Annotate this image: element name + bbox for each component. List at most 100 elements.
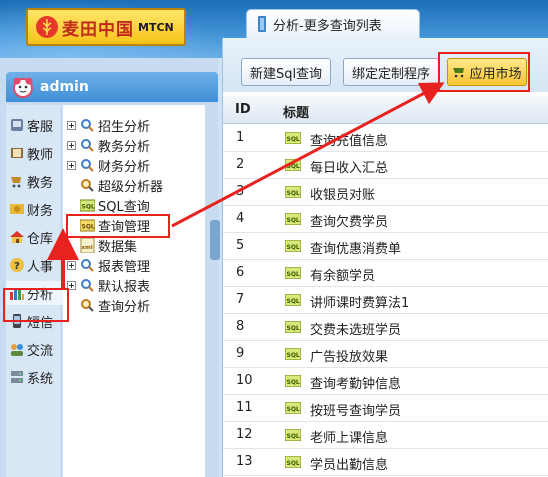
sidebar-collapse-handle[interactable] (210, 220, 220, 260)
tree-label: SQL查询 (98, 199, 150, 215)
svg-text:SQL: SQL (287, 352, 300, 359)
expand-icon[interactable] (67, 160, 76, 170)
row-id: 6 (236, 265, 245, 280)
table-row[interactable]: 3 SQL 收银员对账 (223, 179, 548, 206)
expand-icon[interactable] (67, 140, 76, 150)
sql-icon: SQL (285, 402, 301, 414)
headset-icon (11, 119, 23, 131)
sql-icon: SQL (285, 132, 301, 144)
tree-node-query-analysis[interactable]: 查询分析 (76, 295, 150, 315)
svg-text:SQL: SQL (287, 244, 300, 251)
nav-item-customer-service[interactable]: 客服 (6, 113, 68, 137)
tab-analysis-query-list[interactable]: 分析-更多查询列表 (246, 9, 420, 38)
tree-node-super-analyzer[interactable]: 超级分析器 (76, 175, 163, 195)
tree-label: 查询分析 (98, 299, 151, 315)
nav-label: 客服 (27, 119, 54, 135)
nav-label: 系统 (27, 371, 54, 387)
magnifier-icon (81, 298, 94, 312)
tree-node-academic-analysis[interactable]: 教务分析 (63, 135, 150, 155)
table-row[interactable]: 13 SQL 学员出勤信息 (223, 449, 548, 476)
logo-subtext: MTCN (138, 20, 174, 34)
expand-icon[interactable] (67, 120, 76, 130)
xml-icon: xml (80, 237, 95, 253)
nav-item-system[interactable]: 系统 (6, 365, 68, 389)
bind-custom-program-button[interactable]: 绑定定制程序 (343, 58, 439, 86)
highlight-query-management (66, 214, 170, 238)
table-row[interactable]: 9 SQL 广告投放效果 (223, 341, 548, 368)
sql-icon: SQL (285, 321, 301, 333)
logo: 麦田中国 MTCN (26, 8, 186, 46)
document-icon (258, 16, 266, 32)
query-list-panel: 新建Sql查询 绑定定制程序 应用市场 ID 标题 1 SQL 查询充值信息 2 SQL… (222, 38, 548, 477)
svg-text:SQL: SQL (287, 379, 300, 386)
sql-icon: SQL (285, 429, 301, 441)
row-title: 收银员对账 (310, 188, 376, 203)
nav-item-hr[interactable]: ? 人事 (6, 253, 68, 277)
nav-label: 财务 (27, 203, 54, 219)
tree-node-dataset[interactable]: xml 数据集 (76, 235, 137, 255)
row-id: 10 (236, 373, 253, 388)
highlight-analysis-nav (3, 288, 69, 322)
row-title: 交费未选班学员 (310, 323, 402, 338)
new-sql-query-button[interactable]: 新建Sql查询 (241, 58, 331, 86)
tree-node-finance-analysis[interactable]: 财务分析 (63, 155, 150, 175)
svg-text:SQL: SQL (287, 190, 300, 197)
row-id: 9 (236, 346, 245, 361)
svg-text:SQL: SQL (287, 217, 300, 224)
tree-node-enrollment-analysis[interactable]: 招生分析 (63, 115, 150, 135)
table-row[interactable]: 8 SQL 交费未选班学员 (223, 314, 548, 341)
table-row[interactable]: 4 SQL 查询欠费学员 (223, 206, 548, 233)
row-id: 4 (236, 211, 245, 226)
nav-item-warehouse[interactable]: 仓库 (6, 225, 68, 249)
row-id: 5 (236, 238, 245, 253)
table-row[interactable]: 2 SQL 每日收入汇总 (223, 152, 548, 179)
expand-icon[interactable] (67, 260, 76, 270)
sql-icon: SQL (285, 267, 301, 279)
tree-node-report-management[interactable]: 报表管理 (63, 255, 150, 275)
tree-node-default-report[interactable]: 默认报表 (63, 275, 150, 295)
svg-text:SQL: SQL (287, 136, 300, 143)
tree-label: 默认报表 (98, 279, 151, 295)
table-row[interactable]: 12 SQL 老师上课信息 (223, 422, 548, 449)
nav-label: 人事 (27, 259, 54, 275)
row-id: 2 (236, 157, 245, 172)
nav-item-communication[interactable]: 交流 (6, 337, 68, 361)
nav-item-academic[interactable]: 教务 (6, 169, 68, 193)
nav-item-finance[interactable]: 财务 (6, 197, 68, 221)
row-title: 老师上课信息 (310, 431, 389, 446)
wheat-logo-icon (36, 16, 58, 38)
highlight-app-market (438, 52, 530, 92)
table-row[interactable]: 5 SQL 查询优惠消费单 (223, 233, 548, 260)
house-icon (10, 231, 24, 243)
row-title: 查询欠费学员 (310, 215, 389, 230)
user-name: admin (40, 79, 89, 95)
table-row[interactable]: 11 SQL 按班号查询学员 (223, 395, 548, 422)
sql-icon: SQL (285, 294, 301, 306)
row-title: 按班号查询学员 (310, 404, 402, 419)
table-row[interactable]: 1 SQL 查询充值信息 (223, 125, 548, 152)
tree-node-sql-query[interactable]: SQL SQL查询 (76, 195, 150, 215)
table-row[interactable]: 10 SQL 查询考勤钟信息 (223, 368, 548, 395)
svg-text:SQL: SQL (287, 406, 300, 413)
row-title: 广告投放效果 (310, 350, 389, 365)
user-avatar-icon (13, 77, 33, 98)
nav-label: 教务 (27, 175, 54, 191)
table-header: ID 标题 (223, 96, 548, 124)
nav-label: 交流 (27, 343, 54, 359)
sql-icon: SQL (285, 186, 301, 198)
row-title: 每日收入汇总 (310, 161, 389, 176)
left-panel: admin 客服 教师 教务 财务 仓库 ? 人事 分析 短信 交流 系统 招生… (0, 58, 218, 477)
tree-label: 报表管理 (98, 259, 151, 275)
question-icon: ? (10, 258, 24, 272)
nav-item-teacher[interactable]: 教师 (6, 141, 68, 165)
sql-icon: SQL (285, 456, 301, 468)
row-title: 讲师课时费算法1 (310, 296, 410, 311)
svg-text:SQL: SQL (287, 298, 300, 305)
money-icon (10, 204, 24, 214)
table-row[interactable]: 7 SQL 讲师课时费算法1 (223, 287, 548, 314)
table-row[interactable]: 6 SQL 有余额学员 (223, 260, 548, 287)
user-bar: admin (6, 72, 218, 102)
analysis-icon (81, 118, 94, 132)
cart-icon (11, 177, 21, 188)
row-id: 3 (236, 184, 245, 199)
